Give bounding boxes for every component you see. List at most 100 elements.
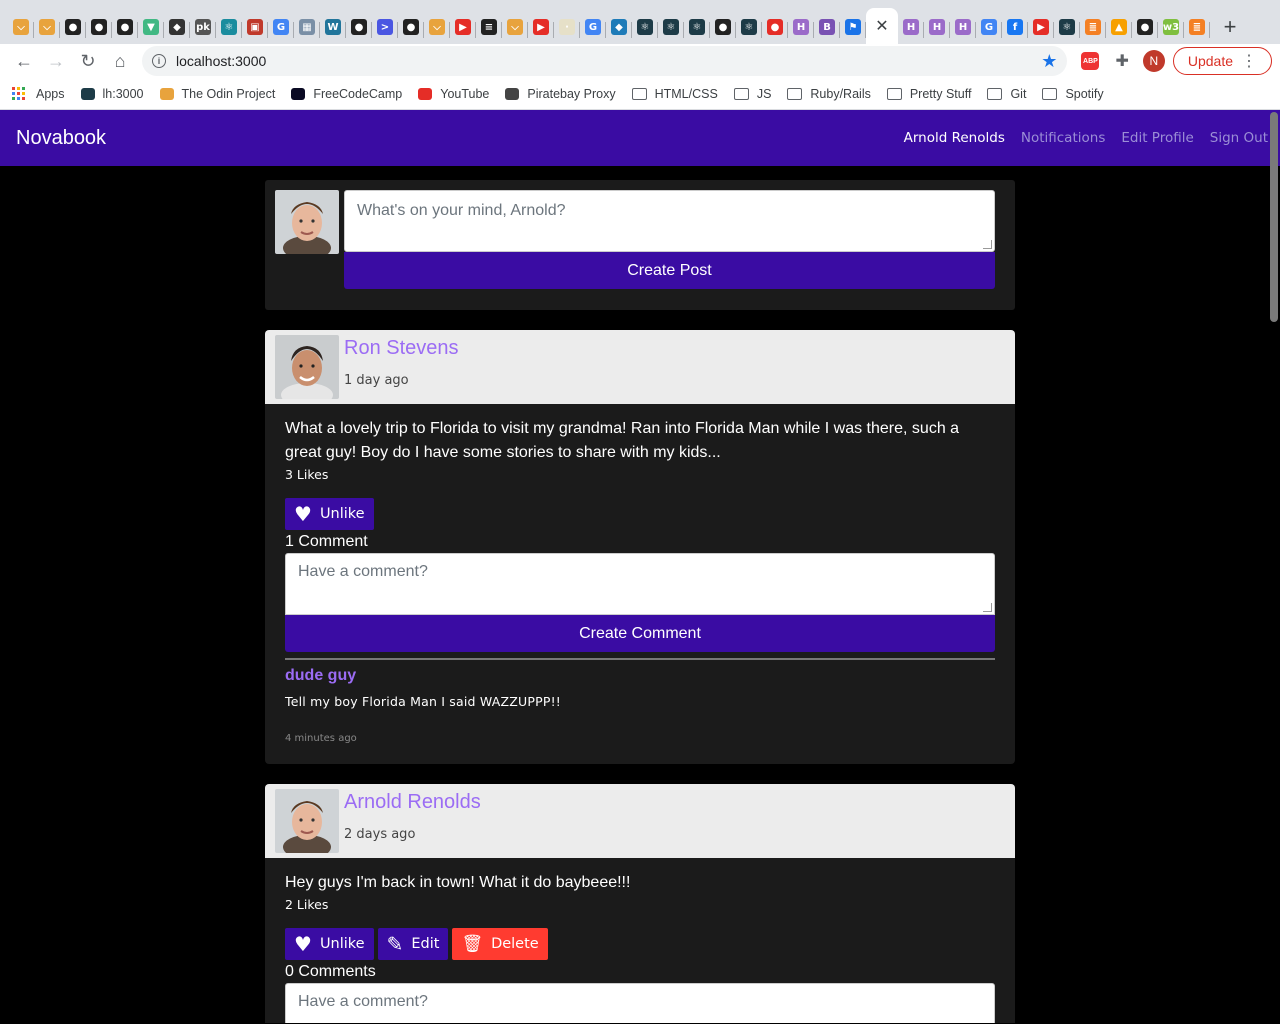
author-avatar[interactable]	[275, 335, 339, 399]
heart-icon: ♥	[294, 932, 312, 956]
info-icon[interactable]: i	[152, 54, 166, 68]
unlike-button[interactable]: ♥ Unlike	[285, 498, 374, 530]
browser-tab[interactable]: ▼	[138, 10, 164, 44]
bookmark-folder-spotify[interactable]: Spotify	[1042, 87, 1104, 101]
browser-tab[interactable]: ·	[554, 10, 580, 44]
browser-tab[interactable]: G	[580, 10, 606, 44]
browser-tab[interactable]: ▦	[294, 10, 320, 44]
post-input[interactable]: What's on your mind, Arnold?	[344, 190, 995, 252]
active-tab[interactable]: ✕	[866, 8, 898, 44]
browser-tab[interactable]: w3	[1158, 10, 1184, 44]
browser-tab[interactable]: ⚛	[1054, 10, 1080, 44]
unlike-button[interactable]: ♥ Unlike	[285, 928, 374, 960]
comment-input[interactable]: Have a comment?	[285, 553, 995, 615]
browser-tab[interactable]: ⌵	[424, 10, 450, 44]
comment-input[interactable]: Have a comment?	[285, 983, 995, 1023]
browser-tab[interactable]: ⌵	[34, 10, 60, 44]
address-bar[interactable]: i localhost:3000 ★	[142, 46, 1068, 76]
url-text[interactable]: localhost:3000	[176, 53, 1041, 69]
reload-button[interactable]: ↻	[72, 47, 104, 75]
browser-tab[interactable]: ▶	[450, 10, 476, 44]
browser-tab[interactable]: ≣	[1184, 10, 1210, 44]
bookmark-piratebay[interactable]: Piratebay Proxy	[505, 87, 616, 101]
browser-tab[interactable]: pk	[190, 10, 216, 44]
bookmark-lh3000[interactable]: lh:3000	[80, 87, 144, 101]
bookmark-folder-js[interactable]: JS	[733, 87, 771, 101]
forward-button[interactable]: →	[40, 47, 72, 75]
bookmark-label: YouTube	[440, 86, 490, 101]
browser-tab[interactable]: G	[268, 10, 294, 44]
browser-tab[interactable]: ⚛	[736, 10, 762, 44]
browser-tab[interactable]: ●	[60, 10, 86, 44]
browser-tab[interactable]: ▣	[242, 10, 268, 44]
browser-tab[interactable]: ●	[762, 10, 788, 44]
create-comment-button[interactable]: Create Comment	[285, 615, 995, 652]
page-scrollbar[interactable]	[1270, 112, 1278, 322]
bookmark-folder-html-css[interactable]: HTML/CSS	[631, 87, 718, 101]
browser-tab[interactable]: ⌵	[502, 10, 528, 44]
bookmark-folder-git[interactable]: Git	[987, 87, 1026, 101]
post-author-link[interactable]: Arnold Renolds	[344, 791, 481, 814]
browser-tab[interactable]: H	[950, 10, 976, 44]
browser-tab[interactable]: ●	[1132, 10, 1158, 44]
edit-post-button[interactable]: ✎ Edit	[377, 928, 449, 960]
folder-icon	[787, 87, 803, 100]
vue-favicon-icon: ▼	[143, 19, 159, 35]
browser-tab[interactable]: f	[1002, 10, 1028, 44]
brand-logo[interactable]: Novabook	[16, 127, 106, 150]
browser-tab[interactable]: ⚛	[658, 10, 684, 44]
browser-tab[interactable]: ▲	[1106, 10, 1132, 44]
delete-post-button[interactable]: 🗑 Delete	[452, 928, 548, 960]
like-count: 3 Likes	[285, 467, 329, 482]
bookmark-folder-pretty-stuff[interactable]: Pretty Stuff	[886, 87, 971, 101]
browser-tab[interactable]: H	[788, 10, 814, 44]
comment-author-link[interactable]: dude guy	[285, 667, 995, 685]
browser-tab[interactable]: ⌵	[8, 10, 34, 44]
browser-tab[interactable]: >	[372, 10, 398, 44]
browser-tab[interactable]: H	[898, 10, 924, 44]
browser-tab[interactable]: ●	[710, 10, 736, 44]
browser-tab[interactable]: ●	[86, 10, 112, 44]
bookmark-freecodecamp[interactable]: FreeCodeCamp	[291, 87, 402, 101]
post-author-link[interactable]: Ron Stevens	[344, 337, 459, 360]
browser-tab[interactable]: ≡	[476, 10, 502, 44]
browser-tab[interactable]: ●	[398, 10, 424, 44]
youtube-icon	[418, 87, 433, 100]
browser-tab[interactable]: H	[924, 10, 950, 44]
author-avatar[interactable]	[275, 789, 339, 853]
browser-tab[interactable]: ⚑	[840, 10, 866, 44]
browser-tab[interactable]: ◆	[606, 10, 632, 44]
browser-tab[interactable]: ●	[112, 10, 138, 44]
bookmark-star-icon[interactable]: ★	[1041, 51, 1057, 72]
profile-avatar[interactable]: N	[1142, 50, 1165, 72]
flag-favicon-icon: ⚑	[845, 19, 861, 35]
browser-tab[interactable]: ⚛	[632, 10, 658, 44]
nav-notifications-link[interactable]: Notifications	[1021, 130, 1106, 146]
extensions-puzzle-icon[interactable]: ✚	[1115, 51, 1128, 71]
browser-tab[interactable]: ●	[346, 10, 372, 44]
browser-tab[interactable]: G	[976, 10, 1002, 44]
new-tab-button[interactable]: +	[1216, 10, 1244, 44]
browser-tab[interactable]: ⚛	[684, 10, 710, 44]
bookmark-youtube[interactable]: YouTube	[418, 87, 489, 101]
browser-tab[interactable]: ▶	[1028, 10, 1054, 44]
close-tab-icon[interactable]: ✕	[875, 16, 888, 36]
browser-tab[interactable]: ◆	[164, 10, 190, 44]
browser-tab[interactable]: ▶	[528, 10, 554, 44]
create-post-button[interactable]: Create Post	[344, 252, 995, 289]
back-button[interactable]: ←	[8, 47, 40, 75]
browser-tab[interactable]: ⚛	[216, 10, 242, 44]
nav-sign-out-link[interactable]: Sign Out	[1210, 130, 1268, 146]
browser-tab[interactable]: B	[814, 10, 840, 44]
edit-icon: ✎	[386, 932, 404, 956]
nav-edit-profile-link[interactable]: Edit Profile	[1121, 130, 1193, 146]
adblock-extension-icon[interactable]: ABP	[1081, 52, 1100, 70]
browser-tab[interactable]: ≣	[1080, 10, 1106, 44]
update-button[interactable]: Update ⋮	[1172, 47, 1272, 75]
bookmark-apps[interactable]: Apps	[12, 86, 65, 101]
bookmark-odin-project[interactable]: The Odin Project	[159, 87, 275, 101]
bookmark-folder-ruby-rails[interactable]: Ruby/Rails	[787, 87, 871, 101]
browser-tab[interactable]: W	[320, 10, 346, 44]
nav-user-link[interactable]: Arnold Renolds	[904, 130, 1005, 146]
home-button[interactable]: ⌂	[104, 47, 136, 75]
